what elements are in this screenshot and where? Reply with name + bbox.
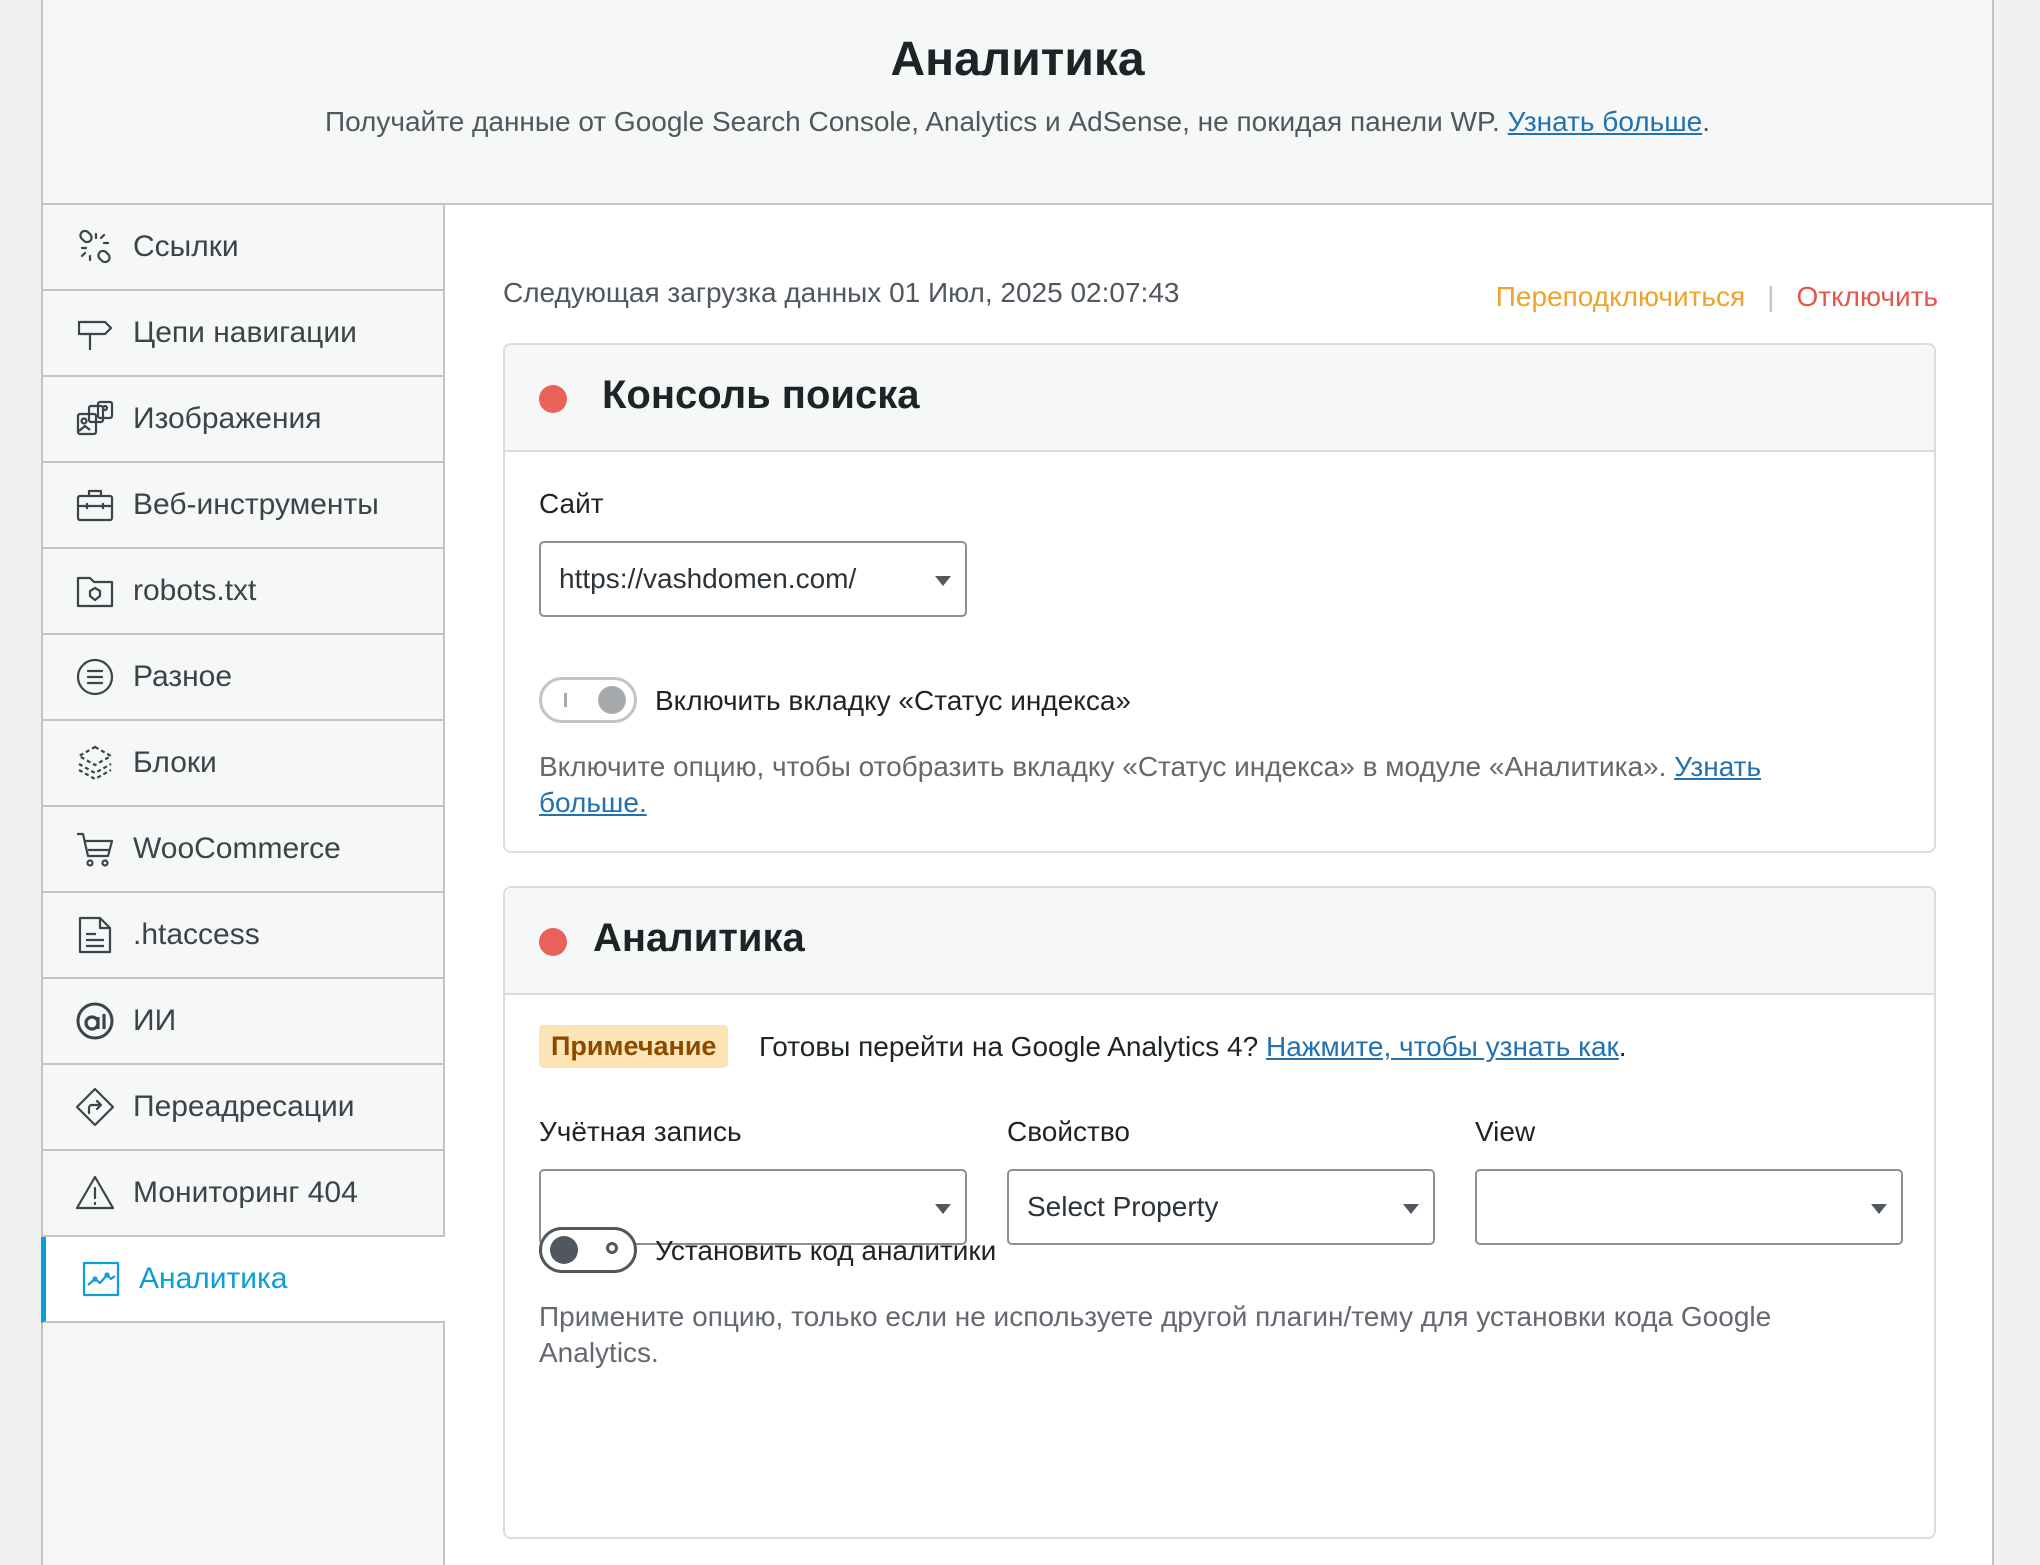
account-label: Учётная запись [539, 1116, 742, 1147]
install-code-toggle-label: Установить код аналитики [655, 1235, 997, 1266]
blocks-icon [73, 741, 117, 785]
sidebar-item-404-monitor[interactable]: Мониторинг 404 [43, 1151, 443, 1237]
property-label: Свойство [1007, 1116, 1130, 1147]
ai-icon [73, 999, 117, 1043]
sidebar-item-analytics[interactable]: Аналитика [41, 1237, 445, 1323]
chevron-down-icon [935, 1204, 951, 1214]
toggle-mark [606, 1242, 618, 1254]
chart-icon [79, 1257, 123, 1301]
sidebar-item-label: Блоки [133, 746, 217, 779]
learn-more-link-cont[interactable]: больше. [539, 787, 647, 818]
page-header: Аналитика Получайте данные от Google Sea… [43, 0, 1992, 205]
view-select[interactable] [1475, 1169, 1903, 1245]
sidebar-item-label: ИИ [133, 1004, 177, 1037]
note-badge: Примечание [539, 1025, 729, 1068]
chevron-down-icon [1871, 1204, 1887, 1214]
sidebar-item-redirects[interactable]: Переадресации [43, 1065, 443, 1151]
page-title: Аналитика [890, 33, 1145, 86]
card-header: Консоль поиска [505, 345, 1934, 452]
subtitle-text: Получайте данные от Google Search Consol… [324, 106, 1500, 137]
toggle-mark [564, 693, 567, 707]
sidebar-item-robots[interactable]: robots.txt [43, 549, 443, 635]
disconnect-link[interactable]: Отключить [1796, 281, 1938, 312]
note-text: Готовы перейти на Google Analytics 4? [759, 1031, 1259, 1062]
status-dot [539, 385, 567, 413]
description-text: Включите опцию, чтобы отобразить вкладку… [539, 751, 1667, 782]
card-title: Аналитика [593, 916, 805, 960]
sidebar-item-blocks[interactable]: Блоки [43, 721, 443, 807]
sidebar-item-label: Цепи навигации [133, 316, 357, 349]
sidebar-item-links[interactable]: Ссылки [43, 205, 443, 291]
ga4-learn-link[interactable]: Нажмите, чтобы узнать как [1266, 1031, 1619, 1062]
description-line: Примените опцию, только если не использу… [539, 1301, 1772, 1332]
install-code-toggle[interactable] [539, 1227, 637, 1273]
index-status-toggle-label: Включить вкладку «Статус индекса» [655, 685, 1131, 716]
toggle-knob [550, 1236, 578, 1264]
site-select[interactable]: https://vashdomen.com/ [539, 541, 967, 617]
reconnect-link[interactable]: Переподключиться [1496, 281, 1745, 312]
property-select[interactable]: Select Property [1007, 1169, 1435, 1245]
sidebar-item-misc[interactable]: Разное [43, 635, 443, 721]
chevron-down-icon [1403, 1204, 1419, 1214]
description-line: Analytics. [539, 1337, 659, 1368]
analytics-card: Аналитика Примечание Готовы перейти на G… [503, 886, 1936, 1539]
fetch-status-bar: Следующая загрузка данных 01 Июл, 2025 0… [503, 277, 1938, 317]
sidebar-item-label: Аналитика [139, 1262, 288, 1295]
learn-more-link[interactable]: Узнать [1674, 751, 1761, 782]
cart-icon [73, 827, 117, 871]
sidebar-item-breadcrumbs[interactable]: Цепи навигации [43, 291, 443, 377]
sidebar-item-images[interactable]: Изображения [43, 377, 443, 463]
settings-frame: Аналитика Получайте данные от Google Sea… [41, 0, 1994, 1565]
toolbox-icon [73, 483, 117, 527]
signpost-icon [73, 311, 117, 355]
redirect-icon [73, 1085, 117, 1129]
index-status-description: Включите опцию, чтобы отобразить вкладку… [539, 749, 1899, 821]
file-icon [73, 913, 117, 957]
link-icon [73, 225, 117, 269]
property-select-value: Select Property [1027, 1191, 1219, 1222]
status-dot [539, 928, 567, 956]
sidebar-item-label: Веб-инструменты [133, 488, 379, 521]
sidebar-item-webtools[interactable]: Веб-инструменты [43, 463, 443, 549]
note-period: . [1618, 1031, 1627, 1062]
sidebar-item-label: robots.txt [133, 574, 257, 607]
sidebar-item-label: Переадресации [133, 1090, 355, 1123]
chevron-down-icon [935, 576, 951, 586]
sidebar-item-label: Разное [133, 660, 233, 693]
ga4-note: Готовы перейти на Google Analytics 4? На… [759, 1031, 1627, 1063]
images-icon [73, 397, 117, 441]
page-subtitle: Получайте данные от Google Search Consol… [43, 106, 1992, 138]
sidebar-item-label: Изображения [133, 402, 322, 435]
subtitle-period: . [1702, 106, 1711, 137]
learn-more-link[interactable]: Узнать больше [1508, 106, 1703, 137]
search-console-card: Консоль поиска Сайт https://vashdomen.co… [503, 343, 1936, 853]
links-separator: | [1767, 281, 1775, 312]
view-label: View [1475, 1116, 1536, 1147]
sidebar-item-ai[interactable]: ИИ [43, 979, 443, 1065]
card-header: Аналитика [505, 888, 1934, 995]
sidebar-item-woocommerce[interactable]: WooCommerce [43, 807, 443, 893]
toggle-knob [598, 686, 626, 714]
connection-links: Переподключиться | Отключить [1496, 281, 1938, 313]
index-status-toggle[interactable] [539, 677, 637, 723]
folder-icon [73, 569, 117, 613]
sidebar-item-label: Мониторинг 404 [133, 1176, 358, 1209]
sidebar-item-label: .htaccess [133, 918, 260, 951]
sidebar: Ссылки Цепи навигации Изображения Веб-ин… [41, 205, 445, 1565]
sidebar-item-label: WooCommerce [133, 832, 341, 865]
site-label: Сайт [539, 488, 604, 519]
install-code-description: Примените опцию, только если не использу… [539, 1299, 1919, 1371]
site-select-value: https://vashdomen.com/ [559, 563, 857, 594]
next-fetch-text: Следующая загрузка данных 01 Июл, 2025 0… [503, 277, 1180, 308]
sidebar-item-label: Ссылки [133, 230, 239, 263]
warning-icon [73, 1171, 117, 1215]
list-circle-icon [73, 655, 117, 699]
card-title: Консоль поиска [602, 373, 920, 417]
sidebar-item-htaccess[interactable]: .htaccess [43, 893, 443, 979]
